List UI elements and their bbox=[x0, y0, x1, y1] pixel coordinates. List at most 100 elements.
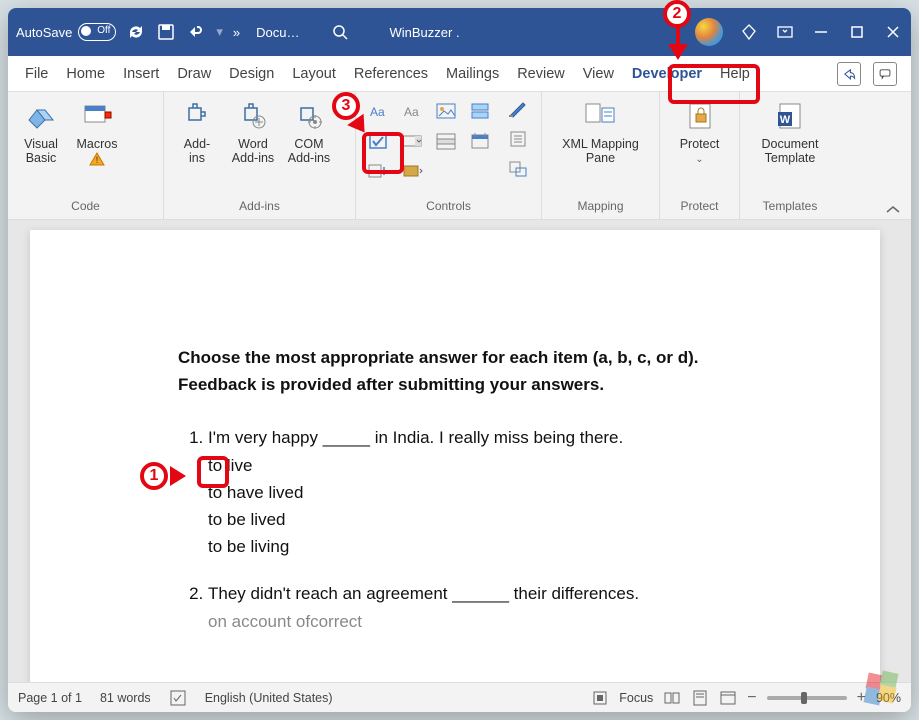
tab-mailings[interactable]: Mailings bbox=[437, 60, 508, 88]
diamond-icon[interactable] bbox=[739, 22, 759, 42]
autosave-label: AutoSave bbox=[16, 25, 72, 40]
document-template-button[interactable]: W Document Template bbox=[762, 98, 819, 166]
addins-button[interactable]: Add- ins bbox=[172, 98, 222, 166]
controls-group-label: Controls bbox=[356, 196, 541, 219]
visual-basic-button[interactable]: Visual Basic bbox=[16, 98, 66, 166]
titlebar: AutoSave Off ▾ » Docu… WinBuzzer . bbox=[8, 8, 911, 56]
language-status[interactable]: English (United States) bbox=[205, 691, 333, 705]
callout-1-box bbox=[197, 456, 229, 488]
tab-home[interactable]: Home bbox=[57, 60, 114, 88]
document-area[interactable]: Choose the most appropriate answer for e… bbox=[8, 220, 911, 682]
callout-1-arrow bbox=[170, 466, 186, 486]
q2-partial: on account ofcorrect bbox=[208, 608, 740, 635]
protect-button[interactable]: Protect ⌄ bbox=[675, 98, 725, 165]
document-title: Docu… bbox=[256, 25, 299, 40]
date-picker-control-icon[interactable] bbox=[468, 130, 492, 152]
sync-icon[interactable] bbox=[126, 22, 146, 42]
code-group-label: Code bbox=[8, 196, 163, 219]
macros-icon bbox=[79, 98, 115, 134]
document-template-icon: W bbox=[772, 98, 808, 134]
share-button[interactable] bbox=[837, 62, 861, 86]
com-addins-button[interactable]: COM Add-ins bbox=[284, 98, 334, 166]
protect-group-label: Protect bbox=[660, 196, 739, 219]
focus-label[interactable]: Focus bbox=[619, 691, 653, 705]
question-1: I'm very happy _____ in India. I really … bbox=[208, 424, 740, 560]
autosave-toggle[interactable]: AutoSave Off bbox=[16, 23, 116, 41]
collapse-ribbon-icon[interactable] bbox=[885, 204, 901, 216]
save-icon[interactable] bbox=[156, 22, 176, 42]
q1-option-c: to be lived bbox=[208, 506, 740, 533]
properties-icon[interactable] bbox=[506, 128, 530, 150]
callout-1: 1 bbox=[140, 462, 168, 490]
search-icon[interactable] bbox=[330, 22, 350, 42]
rich-text-control-icon[interactable]: Aa bbox=[366, 100, 390, 122]
tab-review[interactable]: Review bbox=[508, 60, 574, 88]
dropdown-icon[interactable]: ▾ bbox=[216, 24, 223, 40]
ribbon-display-icon[interactable] bbox=[775, 22, 795, 42]
tab-layout[interactable]: Layout bbox=[283, 60, 345, 88]
addins-icon bbox=[179, 98, 215, 134]
macros-button[interactable]: Macros ! bbox=[72, 98, 122, 166]
group-content-icon[interactable] bbox=[506, 158, 530, 180]
callout-3: 3 bbox=[332, 92, 360, 120]
tab-draw[interactable]: Draw bbox=[168, 60, 220, 88]
word-count[interactable]: 81 words bbox=[100, 691, 151, 705]
menu-tabs: File Home Insert Draw Design Layout Refe… bbox=[8, 56, 911, 92]
xml-mapping-icon bbox=[582, 98, 618, 134]
mapping-group-label: Mapping bbox=[542, 196, 659, 219]
tab-references[interactable]: References bbox=[345, 60, 437, 88]
zoom-out-icon[interactable]: − bbox=[747, 689, 756, 707]
app-hint: WinBuzzer . bbox=[390, 25, 460, 40]
intro-text: Choose the most appropriate answer for e… bbox=[178, 344, 740, 398]
word-addins-button[interactable]: Word Add-ins bbox=[228, 98, 278, 166]
q1-option-b: to have lived bbox=[208, 479, 740, 506]
comments-button[interactable] bbox=[873, 62, 897, 86]
watermark-logo-icon bbox=[865, 672, 899, 706]
document-page: Choose the most appropriate answer for e… bbox=[30, 230, 880, 682]
controls-props bbox=[506, 98, 534, 184]
q1-option-d: to be living bbox=[208, 533, 740, 560]
focus-icon[interactable] bbox=[591, 689, 609, 707]
callout-2-box bbox=[668, 64, 760, 104]
overflow-icon[interactable]: » bbox=[233, 25, 240, 40]
building-block-control-icon[interactable] bbox=[468, 100, 492, 122]
svg-text:Aa: Aa bbox=[404, 105, 419, 119]
svg-text:!: ! bbox=[96, 155, 99, 165]
picture-control-icon[interactable] bbox=[434, 100, 458, 122]
read-mode-icon[interactable] bbox=[663, 689, 681, 707]
warning-icon: ! bbox=[89, 152, 105, 166]
tab-file[interactable]: File bbox=[16, 60, 57, 88]
svg-text:W: W bbox=[780, 114, 791, 126]
design-mode-icon[interactable] bbox=[506, 98, 530, 120]
q1-option-a: to live bbox=[208, 452, 740, 479]
plain-text-control-icon[interactable]: Aa bbox=[400, 100, 424, 122]
maximize-icon[interactable] bbox=[847, 22, 867, 42]
callout-2: 2 bbox=[663, 0, 691, 28]
dropdown-control-icon[interactable] bbox=[434, 130, 458, 152]
dropdown-caret-icon: ⌄ bbox=[695, 154, 703, 165]
tab-view[interactable]: View bbox=[574, 60, 623, 88]
question-2: They didn't reach an agreement ______ th… bbox=[208, 580, 740, 634]
word-addins-icon bbox=[235, 98, 271, 134]
statusbar: Page 1 of 1 81 words English (United Sta… bbox=[8, 682, 911, 712]
toggle-switch[interactable]: Off bbox=[78, 23, 116, 41]
minimize-icon[interactable] bbox=[811, 22, 831, 42]
tab-insert[interactable]: Insert bbox=[114, 60, 168, 88]
callout-2-line bbox=[676, 26, 680, 46]
templates-group-label: Templates bbox=[740, 196, 840, 219]
callout-2-arrow bbox=[668, 44, 688, 60]
print-layout-icon[interactable] bbox=[691, 689, 709, 707]
addins-group-label: Add-ins bbox=[164, 196, 355, 219]
xml-mapping-button[interactable]: XML Mapping Pane bbox=[562, 98, 639, 166]
page-status[interactable]: Page 1 of 1 bbox=[18, 691, 82, 705]
zoom-slider[interactable] bbox=[767, 696, 847, 700]
web-layout-icon[interactable] bbox=[719, 689, 737, 707]
visual-basic-icon bbox=[23, 98, 59, 134]
spelling-icon[interactable] bbox=[169, 689, 187, 707]
undo-icon[interactable] bbox=[186, 22, 206, 42]
close-icon[interactable] bbox=[883, 22, 903, 42]
com-addins-icon bbox=[291, 98, 327, 134]
tab-design[interactable]: Design bbox=[220, 60, 283, 88]
user-avatar[interactable] bbox=[695, 18, 723, 46]
svg-text:Aa: Aa bbox=[370, 105, 385, 119]
